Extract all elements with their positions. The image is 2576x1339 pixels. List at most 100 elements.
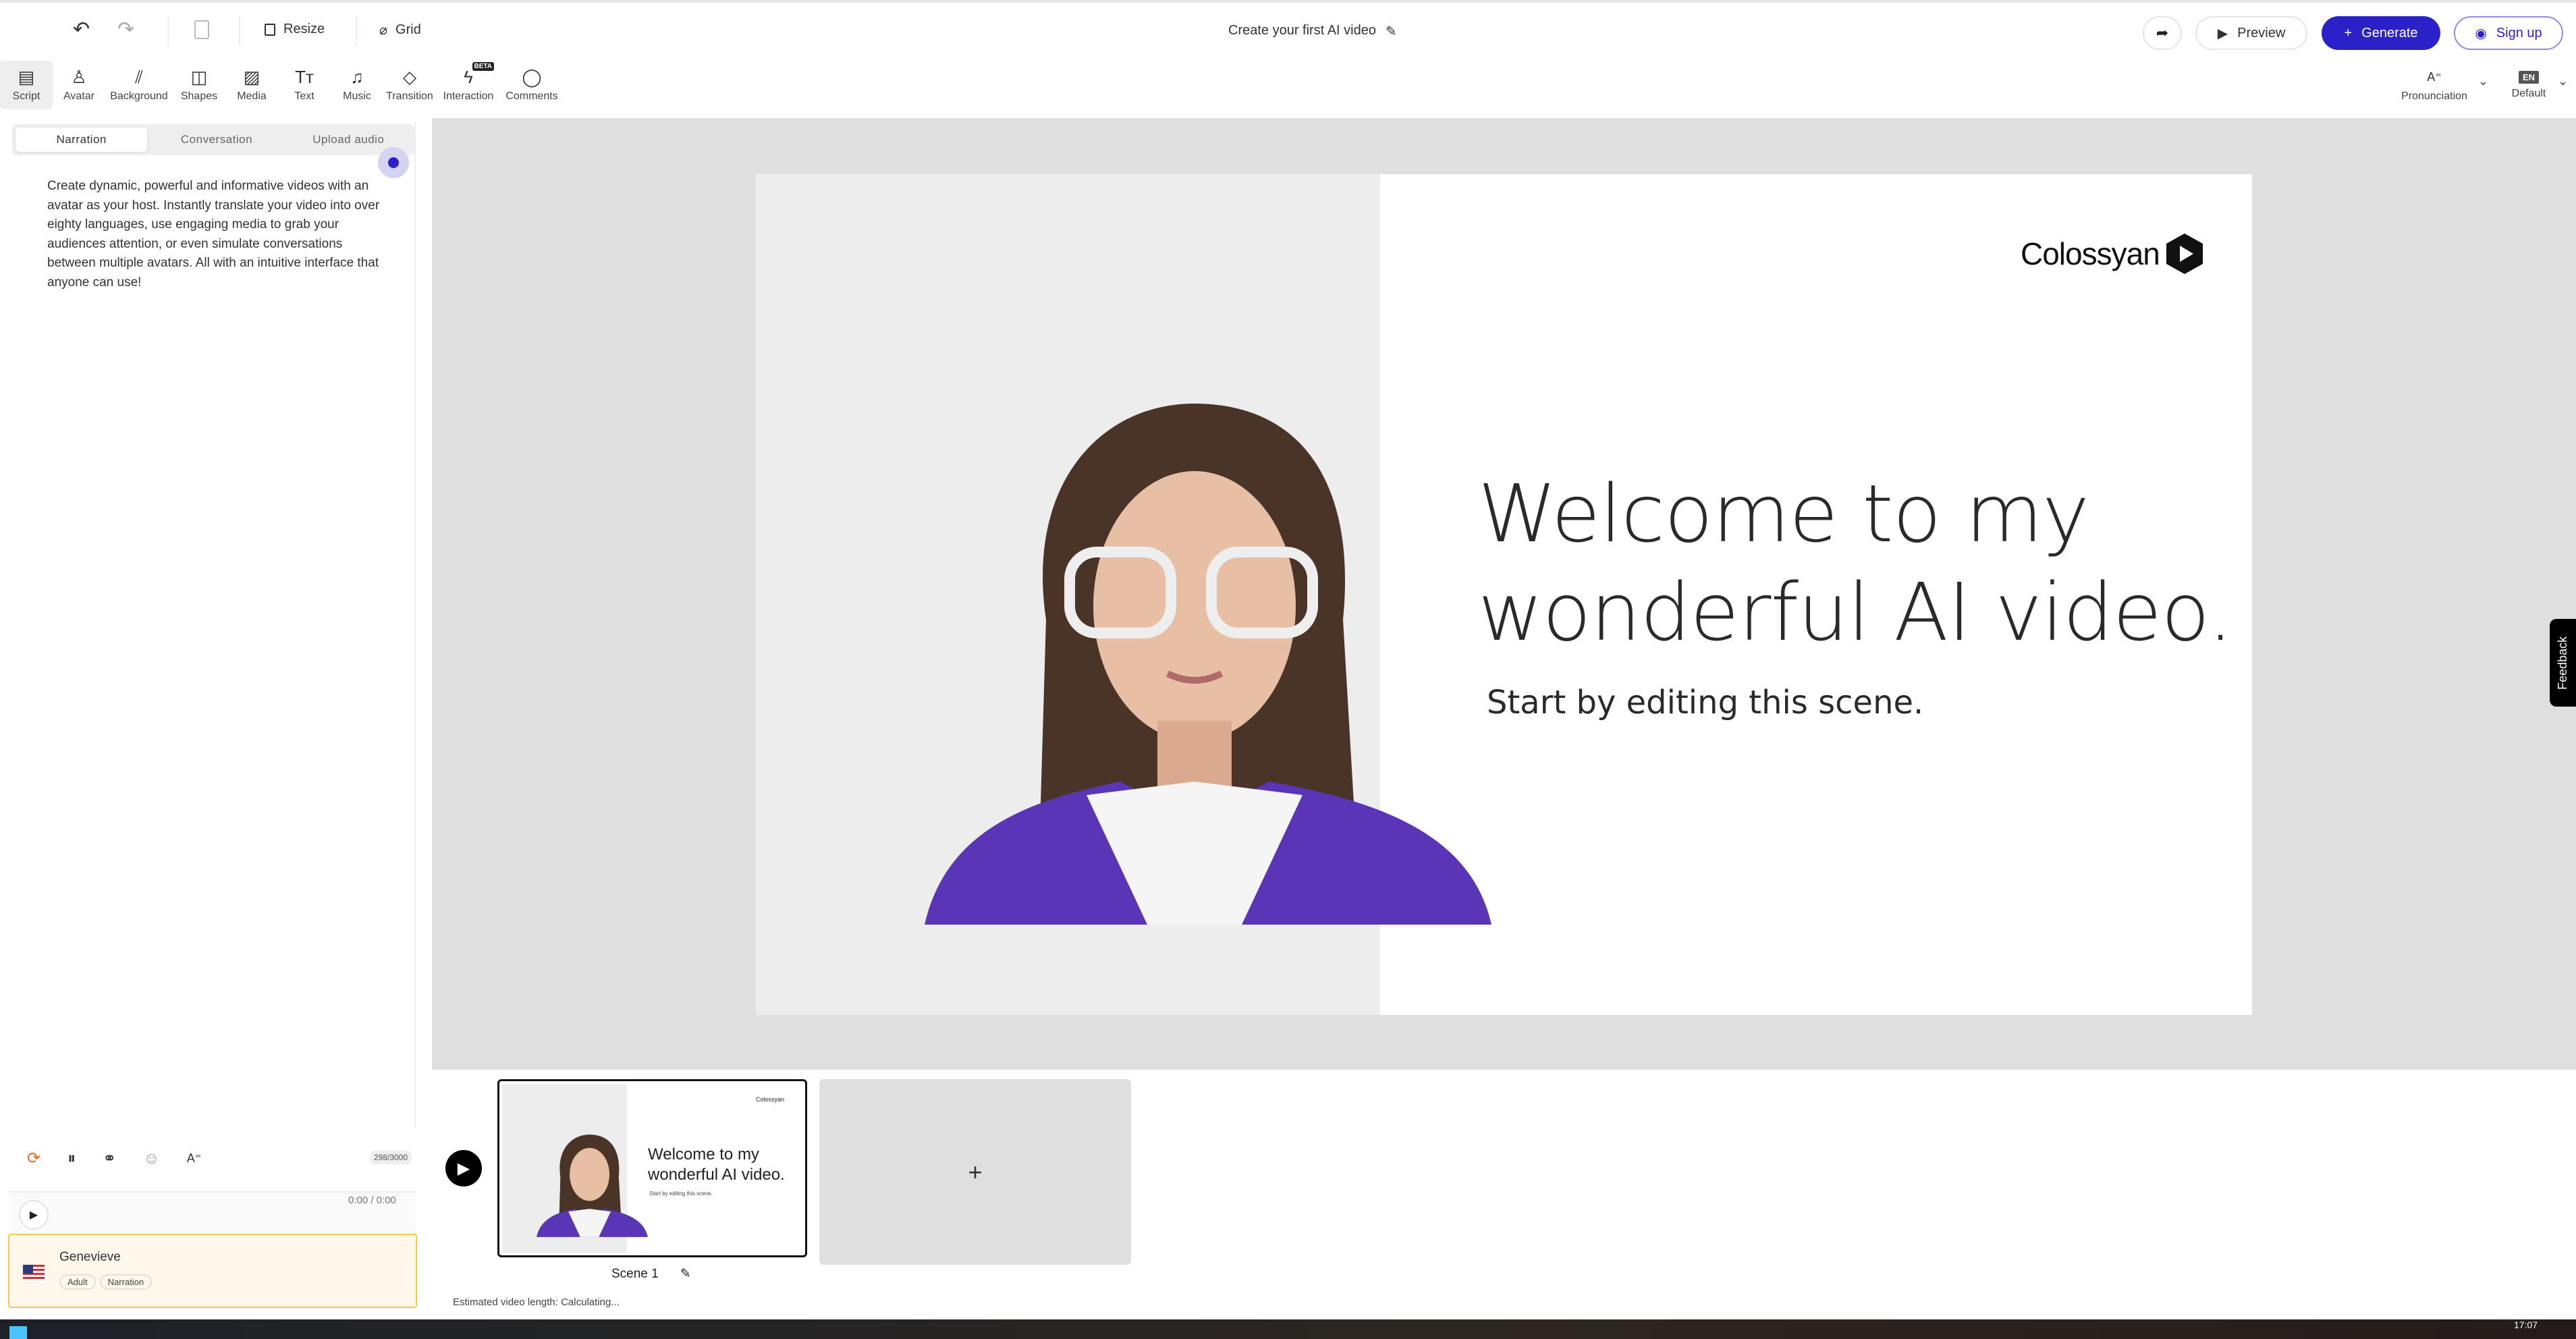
audio-play-button[interactable]: ▶ xyxy=(19,1200,49,1230)
music-icon: ♫ xyxy=(350,67,364,87)
tool-media[interactable]: ▨ Media xyxy=(225,61,278,109)
comments-icon: ◯ xyxy=(522,67,542,87)
grid-button[interactable]: ⌀ Grid xyxy=(379,22,421,38)
project-title-text: Create your first AI video xyxy=(1228,23,1376,38)
gesture-icon[interactable]: ⚭ xyxy=(103,1149,116,1168)
tool-label: Avatar xyxy=(63,90,94,102)
pronunciation-label: Pronunciation xyxy=(2401,90,2467,102)
pause-icon[interactable]: ⏸ xyxy=(67,1149,76,1168)
tool-comments[interactable]: ◯ Comments xyxy=(501,61,563,109)
pronunciation-button[interactable]: A⁼ Pronunciation xyxy=(2390,61,2478,109)
generate-label: Generate xyxy=(2361,25,2418,40)
add-scene-button[interactable]: + xyxy=(819,1079,1131,1265)
beta-badge: BETA xyxy=(472,62,494,71)
media-icon: ▨ xyxy=(243,67,261,87)
share-button[interactable]: ➦ xyxy=(2143,16,2182,50)
background-icon: ⫽ xyxy=(135,67,143,87)
feedback-label: Feedback xyxy=(2556,636,2569,690)
avatar-icon: ♙ xyxy=(71,67,87,87)
shapes-icon: ◫ xyxy=(190,67,208,87)
tool-text[interactable]: Tт Text xyxy=(278,61,331,109)
thumb-logo: Colossyan xyxy=(756,1096,785,1103)
pronunciation-icon[interactable]: A⁼ xyxy=(187,1151,202,1166)
sign-up-button[interactable]: ◉ Sign up xyxy=(2454,16,2563,50)
preview-label: Preview xyxy=(2237,25,2286,40)
resize-label: Resize xyxy=(283,22,325,36)
edit-pencil-icon[interactable]: ✎ xyxy=(680,1266,691,1282)
ai-assistant-icon[interactable]: ⟳ xyxy=(27,1149,40,1168)
tool-interaction[interactable]: ϟ Interaction BETA xyxy=(436,61,501,109)
clock[interactable]: 17:07 xyxy=(2514,1319,2538,1330)
redo-icon[interactable]: ↷ xyxy=(117,18,134,41)
resize-button[interactable]: Resize xyxy=(265,22,325,37)
heading-line-1: Welcome to my xyxy=(1478,467,2089,560)
slide-heading[interactable]: Welcome to my wonderful AI video. xyxy=(1478,464,2233,661)
window-top-border xyxy=(0,0,2576,3)
thumb-heading-line-1: Welcome to my xyxy=(648,1145,759,1164)
text-icon: Tт xyxy=(295,67,314,87)
tool-label: Music xyxy=(343,90,371,102)
avatar-image[interactable] xyxy=(925,404,1491,925)
voice-tags: Adult Narration xyxy=(59,1274,153,1290)
preview-button[interactable]: ▶ Preview xyxy=(2195,16,2307,50)
tool-label: Shapes xyxy=(180,90,218,102)
colossyan-logo[interactable]: Colossyan xyxy=(2021,234,2203,274)
chevron-down-icon[interactable]: ⌄ xyxy=(2478,74,2488,88)
estimated-length: Estimated video length: Calculating... xyxy=(453,1296,620,1308)
voice-name: Genevieve xyxy=(59,1250,121,1264)
save-icon[interactable] xyxy=(194,20,209,39)
tool-label: Script xyxy=(12,90,40,102)
tool-shapes[interactable]: ◫ Shapes xyxy=(173,61,225,109)
us-flag-icon xyxy=(23,1265,45,1281)
scene-name: Scene 1 xyxy=(611,1266,659,1281)
emotion-icon[interactable]: ☺ xyxy=(143,1149,160,1168)
resize-icon xyxy=(265,23,275,36)
script-tabs: Narration Conversation Upload audio xyxy=(12,124,414,155)
divider xyxy=(167,16,169,46)
thumb-heading: Welcome to my wonderful AI video. xyxy=(648,1145,785,1185)
thumb-subtitle: Start by editing this scene. xyxy=(649,1191,713,1197)
slide[interactable]: Colossyan Welcome to my wonderful AI vide… xyxy=(756,174,2252,1015)
logo-text: Colossyan xyxy=(2021,236,2160,271)
tool-background[interactable]: ⫽ Background xyxy=(105,61,173,109)
tool-label: Background xyxy=(110,90,168,102)
tool-script[interactable]: ▤ Script xyxy=(0,61,53,109)
undo-icon[interactable]: ↶ xyxy=(73,18,90,41)
tool-transition[interactable]: ◇ Transition xyxy=(383,61,436,109)
tool-avatar[interactable]: ♙ Avatar xyxy=(53,61,105,109)
play-icon: ▶ xyxy=(29,1209,38,1221)
scene-label: Scene 1 ✎ xyxy=(611,1266,691,1282)
script-textarea[interactable]: Create dynamic, powerful and informative… xyxy=(47,177,385,292)
tab-narration[interactable]: Narration xyxy=(16,128,148,152)
play-all-button[interactable]: ▶ xyxy=(445,1150,482,1186)
play-icon: ▶ xyxy=(457,1159,470,1178)
play-icon: ▶ xyxy=(2217,26,2228,41)
voice-tag: Narration xyxy=(99,1274,153,1290)
script-icon: ▤ xyxy=(18,67,35,87)
language-button[interactable]: EN Default xyxy=(2504,61,2554,109)
voice-card[interactable]: Genevieve Adult Narration xyxy=(8,1234,417,1308)
language-label: Default xyxy=(2511,87,2546,99)
slide-subtitle[interactable]: Start by editing this scene. xyxy=(1487,684,1923,721)
tool-music[interactable]: ♫ Music xyxy=(331,61,383,109)
tab-conversation[interactable]: Conversation xyxy=(150,124,282,155)
tool-label: Comments xyxy=(505,90,558,102)
tool-label: Interaction xyxy=(443,90,494,102)
script-tools: ⟳ ⏸ ⚭ ☺ A⁼ xyxy=(27,1149,201,1168)
edit-pencil-icon[interactable]: ✎ xyxy=(1386,23,1397,40)
transition-icon: ◇ xyxy=(403,67,416,87)
generate-button[interactable]: + Generate xyxy=(2322,16,2440,50)
chevron-down-icon[interactable]: ⌄ xyxy=(2558,74,2568,88)
scene-thumbnail[interactable]: Colossyan Welcome to my wonderful AI vide… xyxy=(497,1079,807,1257)
project-title[interactable]: Create your first AI video ✎ xyxy=(1228,23,1397,40)
tool-label: Text xyxy=(294,90,314,102)
windows-start-icon[interactable] xyxy=(9,1326,27,1339)
feedback-tab[interactable]: Feedback xyxy=(2550,619,2576,707)
plus-icon: + xyxy=(968,1157,983,1186)
audio-time: 0:00 / 0:00 xyxy=(348,1195,396,1206)
cursor-indicator xyxy=(378,147,409,178)
voice-tag: Adult xyxy=(59,1274,96,1290)
language-flag-badge: EN xyxy=(2518,70,2540,84)
thumb-avatar-image xyxy=(537,1135,648,1237)
heading-line-2: wonderful AI video. xyxy=(1478,566,2233,659)
